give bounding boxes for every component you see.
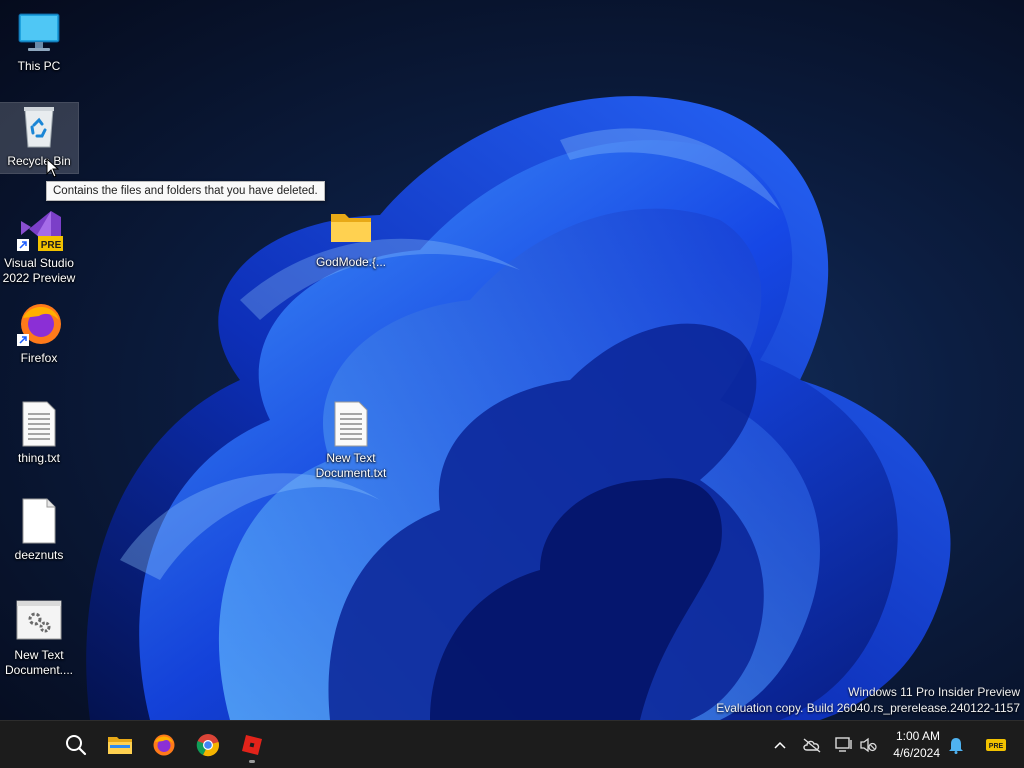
blank-file-icon — [15, 497, 63, 545]
running-indicator — [249, 760, 255, 763]
tray-network-button[interactable] — [832, 729, 856, 761]
desktop-icon-label: thing.txt — [17, 451, 61, 465]
desktop[interactable]: This PC Recycle Bin PRE Visual Studio 20… — [0, 0, 1024, 720]
visual-studio-icon: PRE — [15, 205, 64, 253]
desktop-icon-deeznuts[interactable]: deeznuts — [0, 497, 78, 567]
pre-badge-icon: PRE — [986, 739, 1006, 751]
desktop-icon-new-text-document-txt[interactable]: New Text Document.txt — [312, 400, 390, 482]
file-explorer-icon — [108, 737, 132, 754]
tray-onedrive-button[interactable] — [800, 729, 824, 761]
desktop-icon-label: deeznuts — [14, 548, 64, 562]
firefox-icon — [153, 734, 175, 756]
folder-icon — [327, 204, 375, 252]
desktop-icon-visual-studio[interactable]: PRE Visual Studio 2022 Preview — [0, 205, 78, 285]
desktop-icon-label: New Text Document.txt — [315, 451, 387, 480]
tray-insider-pre-badge[interactable]: PRE — [984, 729, 1008, 761]
taskbar-roblox-button[interactable] — [232, 725, 272, 765]
desktop-icon-label: GodMode.{... — [315, 255, 387, 269]
desktop-icon-label: This PC — [17, 59, 61, 73]
notification-bell-icon — [949, 738, 963, 754]
desktop-icon-new-text-document-settings[interactable]: New Text Document.... — [0, 597, 78, 679]
desktop-icon-label: Visual Studio 2022 Preview — [2, 256, 76, 285]
taskbar-chrome-button[interactable] — [188, 725, 228, 765]
wallpaper-bloom — [86, 96, 951, 720]
desktop-icon-godmode-folder[interactable]: GodMode.{... — [312, 204, 390, 274]
clock-time: 1:00 AM — [895, 729, 940, 743]
taskbar-firefox-button[interactable] — [144, 725, 184, 765]
monitor-icon — [15, 8, 63, 56]
speaker-muted-icon — [860, 737, 877, 753]
recycle-bin-tooltip: Contains the files and folders that you … — [46, 181, 325, 201]
desktop-icon-recycle-bin[interactable]: Recycle Bin — [0, 102, 79, 174]
tray-volume-button[interactable] — [856, 729, 880, 761]
chevron-up-icon — [774, 741, 786, 749]
clock-date: 4/6/2024 — [893, 746, 940, 760]
text-file-icon — [327, 400, 375, 448]
desktop-icon-this-pc[interactable]: This PC — [0, 8, 78, 78]
watermark-build: Evaluation copy. Build 26040.rs_prerelea… — [716, 701, 1020, 715]
text-file-icon — [15, 400, 63, 448]
firefox-icon — [15, 300, 63, 348]
desktop-icon-firefox[interactable]: Firefox — [0, 300, 78, 370]
windows-watermark: Windows 11 Pro Insider Preview Evaluatio… — [716, 684, 1020, 716]
taskbar-file-explorer-button[interactable] — [100, 725, 140, 765]
settings-file-icon — [15, 597, 63, 645]
desktop-icon-thing-txt[interactable]: thing.txt — [0, 400, 78, 470]
mouse-cursor-icon — [46, 158, 60, 178]
pre-badge-text: PRE — [989, 743, 1004, 750]
roblox-icon — [242, 735, 262, 755]
chrome-icon — [196, 734, 219, 757]
desktop-icon-label: Recycle Bin — [7, 154, 71, 168]
taskbar-search-button[interactable] — [56, 725, 96, 765]
taskbar: 1:00 AM 4/6/2024 PRE — [0, 720, 1024, 768]
desktop-icon-label: Firefox — [20, 351, 58, 365]
tray-overflow-button[interactable] — [768, 729, 792, 761]
cloud-off-icon — [803, 738, 821, 753]
tray-notifications-button[interactable] — [944, 729, 968, 761]
search-icon — [66, 735, 87, 756]
taskbar-clock[interactable]: 1:00 AM 4/6/2024 — [893, 728, 940, 762]
recycle-bin-icon — [15, 103, 63, 151]
pre-badge-text: PRE — [41, 240, 62, 251]
desktop-icon-label: New Text Document.... — [4, 648, 74, 677]
watermark-edition: Windows 11 Pro Insider Preview — [848, 685, 1020, 699]
network-icon — [835, 737, 852, 752]
